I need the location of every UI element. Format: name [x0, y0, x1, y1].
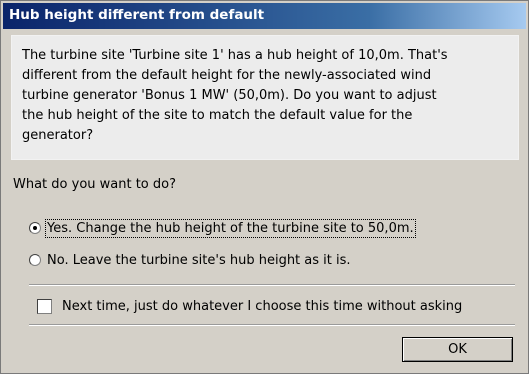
message-line: The turbine site 'Turbine site 1' has a …: [22, 48, 448, 63]
title-bar[interactable]: Hub height different from default: [3, 3, 526, 29]
dialog-window: Hub height different from default The tu…: [0, 0, 529, 374]
message-line: the hub height of the site to match the …: [22, 108, 413, 123]
radio-yes[interactable]: [29, 222, 41, 234]
message-line: generator?: [22, 128, 94, 143]
radio-no[interactable]: [29, 254, 41, 266]
ok-button[interactable]: OK: [402, 337, 513, 362]
option-no[interactable]: No. Leave the turbine site's hub height …: [29, 249, 351, 271]
message-panel: The turbine site 'Turbine site 1' has a …: [11, 35, 519, 160]
separator-top: [29, 284, 515, 286]
separator-bottom: [29, 324, 515, 326]
option-yes-label[interactable]: Yes. Change the hub height of the turbin…: [45, 218, 416, 238]
remember-choice-row[interactable]: Next time, just do whatever I choose thi…: [37, 295, 462, 317]
remember-choice-label[interactable]: Next time, just do whatever I choose thi…: [62, 299, 462, 314]
question-label: What do you want to do?: [13, 177, 177, 192]
dialog-title: Hub height different from default: [9, 7, 265, 23]
message-line: turbine generator 'Bonus 1 MW' (50,0m). …: [22, 88, 437, 103]
remember-choice-checkbox[interactable]: [37, 298, 52, 314]
message-line: different from the default height for th…: [22, 68, 432, 83]
option-yes[interactable]: Yes. Change the hub height of the turbin…: [29, 217, 416, 239]
option-no-label[interactable]: No. Leave the turbine site's hub height …: [47, 253, 351, 268]
